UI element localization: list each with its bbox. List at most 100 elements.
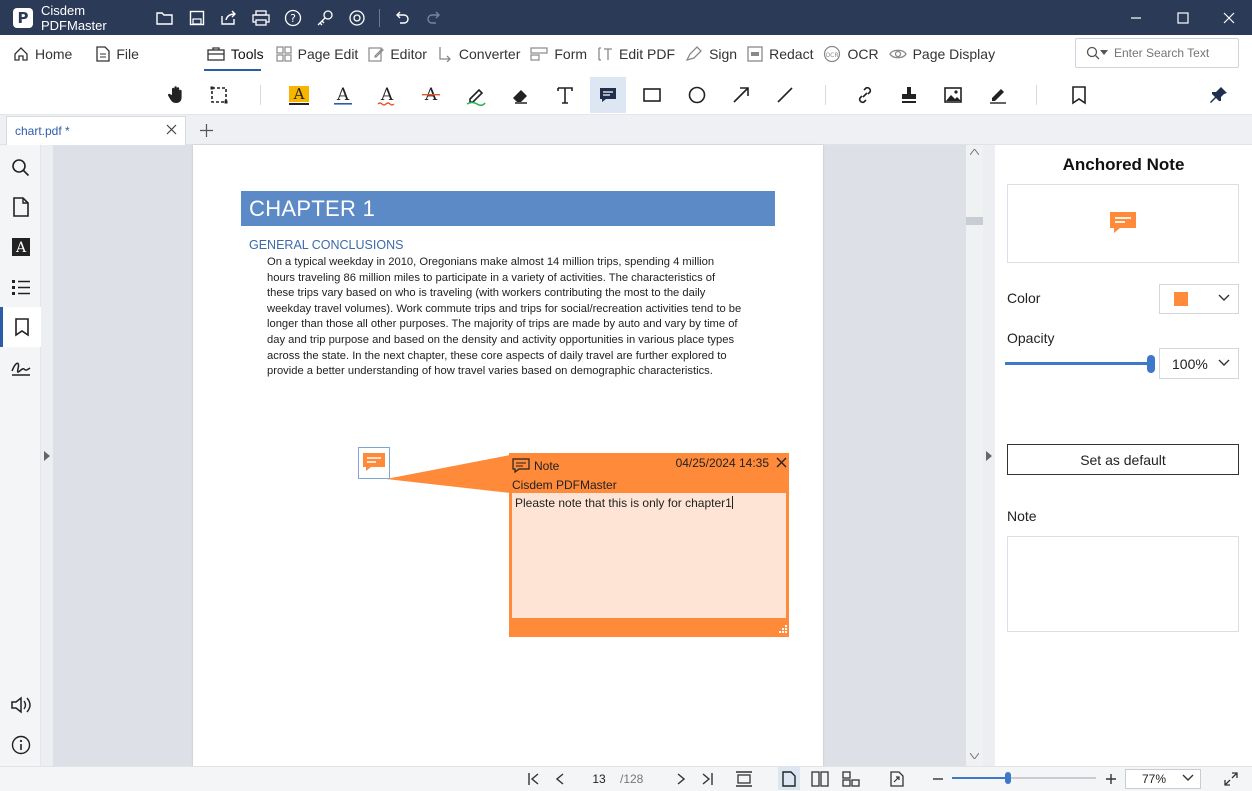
menu-sign[interactable]: Sign bbox=[680, 35, 742, 73]
note-content-input[interactable]: Pleaste note that this is only for chapt… bbox=[512, 493, 786, 618]
print-icon[interactable] bbox=[245, 0, 277, 35]
close-window-button[interactable] bbox=[1206, 0, 1252, 35]
rectangle-icon[interactable] bbox=[634, 77, 670, 113]
rotate-page-icon[interactable] bbox=[886, 767, 908, 790]
scroll-up-icon[interactable] bbox=[970, 149, 979, 155]
note-close-icon[interactable] bbox=[776, 457, 787, 468]
menu-page-display[interactable]: Page Display bbox=[884, 35, 1001, 73]
squiggly-text-icon[interactable]: A bbox=[369, 77, 405, 113]
opacity-select[interactable]: 100% bbox=[1159, 348, 1239, 379]
help-icon[interactable]: ? bbox=[277, 0, 309, 35]
zoom-slider-fill bbox=[952, 777, 1009, 779]
menu-home[interactable]: Home bbox=[8, 35, 77, 73]
opacity-slider[interactable] bbox=[1005, 355, 1155, 373]
zoom-slider-knob[interactable] bbox=[1005, 772, 1012, 784]
resize-grip-icon[interactable] bbox=[777, 625, 787, 635]
menu-home-label: Home bbox=[35, 46, 73, 62]
sidebar-search-icon[interactable] bbox=[0, 148, 41, 188]
fit-page-icon[interactable] bbox=[733, 767, 755, 790]
circle-icon[interactable] bbox=[679, 77, 715, 113]
stamp-icon[interactable] bbox=[891, 77, 927, 113]
menu-page-edit[interactable]: Page Edit bbox=[271, 35, 364, 73]
zoom-level-select[interactable]: 77% bbox=[1125, 769, 1201, 789]
sidebar-signature-icon[interactable] bbox=[0, 347, 41, 387]
last-page-icon[interactable] bbox=[697, 767, 717, 790]
open-folder-icon[interactable] bbox=[149, 0, 181, 35]
text-line: longer than those all other purposes. Th… bbox=[267, 318, 738, 331]
search-dropdown-icon[interactable] bbox=[1100, 50, 1108, 56]
zoom-slider[interactable] bbox=[952, 772, 1096, 784]
note-anchor[interactable] bbox=[358, 447, 390, 479]
two-page-view-icon[interactable] bbox=[809, 767, 831, 790]
image-icon[interactable] bbox=[935, 77, 971, 113]
zoom-in-icon[interactable] bbox=[1101, 767, 1121, 790]
opacity-slider-knob[interactable] bbox=[1147, 355, 1155, 373]
search-box[interactable] bbox=[1075, 38, 1239, 68]
text-box-icon[interactable] bbox=[547, 77, 583, 113]
sidebar-outline-icon[interactable] bbox=[0, 267, 41, 307]
signature-icon[interactable] bbox=[980, 77, 1016, 113]
share-icon[interactable] bbox=[213, 0, 245, 35]
document-tab[interactable]: chart.pdf * bbox=[6, 116, 186, 145]
color-select[interactable] bbox=[1159, 284, 1239, 314]
menu-file[interactable]: File bbox=[91, 35, 144, 73]
minimize-button[interactable] bbox=[1113, 0, 1159, 35]
previous-page-icon[interactable] bbox=[550, 767, 570, 790]
settings-icon[interactable] bbox=[341, 0, 373, 35]
edit-icon bbox=[368, 46, 385, 62]
zoom-out-icon[interactable] bbox=[928, 767, 948, 790]
save-icon[interactable] bbox=[181, 0, 213, 35]
menu-tools[interactable]: Tools bbox=[202, 35, 269, 73]
next-page-icon[interactable] bbox=[671, 767, 691, 790]
menu-ocr[interactable]: OCR OCR bbox=[818, 35, 883, 73]
fullscreen-icon[interactable] bbox=[1221, 767, 1241, 790]
read-aloud-icon[interactable] bbox=[0, 685, 41, 725]
arrow-icon[interactable] bbox=[723, 77, 759, 113]
set-default-button[interactable]: Set as default bbox=[1007, 444, 1239, 475]
right-panel-toggle[interactable] bbox=[983, 145, 995, 766]
area-select-icon[interactable] bbox=[201, 77, 237, 113]
chevron-down-icon bbox=[1218, 294, 1230, 302]
anchored-note-tool-icon[interactable] bbox=[590, 77, 626, 113]
note-textarea[interactable] bbox=[1007, 536, 1239, 632]
menu-editor[interactable]: Editor bbox=[363, 35, 432, 73]
info-icon[interactable] bbox=[0, 725, 41, 765]
menu-edit-pdf[interactable]: Edit PDF bbox=[592, 35, 680, 73]
eraser-icon[interactable] bbox=[502, 77, 538, 113]
sidebar-bookmark-icon[interactable] bbox=[0, 307, 41, 347]
search-input[interactable] bbox=[1114, 46, 1234, 60]
annotation-toolbar: A A A A bbox=[0, 73, 1252, 115]
note-popup[interactable]: Note 04/25/2024 14:35 Cisdem PDFMaster P… bbox=[509, 453, 789, 637]
scroll-view-icon[interactable] bbox=[840, 767, 862, 790]
sign-icon bbox=[685, 46, 703, 62]
redo-icon[interactable] bbox=[418, 0, 450, 35]
highlight-text-icon[interactable]: A bbox=[281, 77, 317, 113]
vertical-scrollbar[interactable] bbox=[966, 145, 983, 766]
add-tab-icon[interactable] bbox=[196, 120, 216, 140]
note-anchor-icon bbox=[362, 452, 386, 474]
sidebar-thumbnails-icon[interactable] bbox=[0, 187, 41, 227]
menu-redact[interactable]: Redact bbox=[742, 35, 818, 73]
menu-form[interactable]: Form bbox=[525, 35, 592, 73]
underline-text-icon[interactable]: A bbox=[325, 77, 361, 113]
close-tab-icon[interactable] bbox=[166, 124, 177, 135]
first-page-icon[interactable] bbox=[523, 767, 543, 790]
single-page-view-icon[interactable] bbox=[778, 767, 800, 790]
hand-tool-icon[interactable] bbox=[158, 77, 194, 113]
undo-icon[interactable] bbox=[386, 0, 418, 35]
link-icon[interactable] bbox=[847, 77, 883, 113]
bookmark-icon[interactable] bbox=[1061, 77, 1097, 113]
scrollbar-thumb[interactable] bbox=[966, 217, 983, 225]
left-panel-toggle[interactable] bbox=[41, 145, 53, 766]
menu-converter[interactable]: Converter bbox=[432, 35, 525, 73]
key-icon[interactable] bbox=[309, 0, 341, 35]
scroll-down-icon[interactable] bbox=[970, 753, 979, 759]
pen-draw-icon[interactable] bbox=[458, 77, 494, 113]
pin-toolbar-icon[interactable] bbox=[1201, 77, 1237, 113]
line-icon[interactable] bbox=[767, 77, 803, 113]
sidebar-text-icon[interactable]: A bbox=[0, 227, 41, 267]
current-page-input[interactable]: 13 bbox=[584, 769, 614, 789]
maximize-button[interactable] bbox=[1160, 0, 1206, 35]
strikethrough-text-icon[interactable]: A bbox=[413, 77, 449, 113]
total-pages: /128 bbox=[620, 772, 644, 786]
